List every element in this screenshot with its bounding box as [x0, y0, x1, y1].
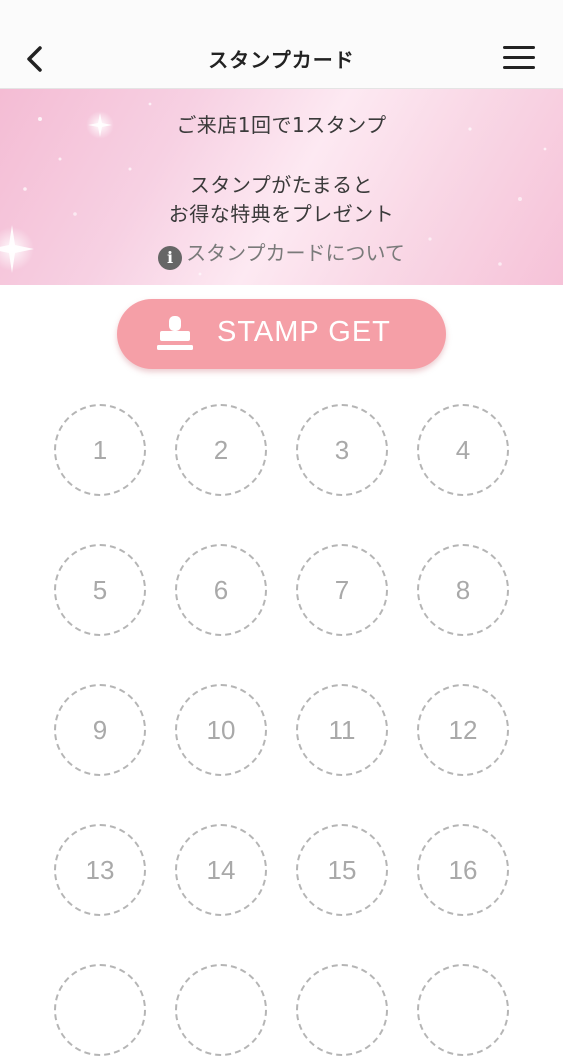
stamp-slot-14: 14	[175, 824, 267, 916]
stamp-slot-17-partial	[54, 964, 146, 1056]
stamp-slot-16: 16	[417, 824, 509, 916]
stamp-grid: 1 2 3 4 5 6 7 8 9 10 11 12 13 14 15 16	[0, 0, 563, 1056]
stamp-slot-6: 6	[175, 544, 267, 636]
stamp-slot-4: 4	[417, 404, 509, 496]
stamp-slot-11: 11	[296, 684, 388, 776]
stamp-slot-5: 5	[54, 544, 146, 636]
stamp-slot-8: 8	[417, 544, 509, 636]
stamp-slot-10: 10	[175, 684, 267, 776]
stamp-slot-2: 2	[175, 404, 267, 496]
stamp-slot-20-partial	[417, 964, 509, 1056]
stamp-slot-9: 9	[54, 684, 146, 776]
stamp-slot-19-partial	[296, 964, 388, 1056]
stamp-slot-1: 1	[54, 404, 146, 496]
stamp-slot-12: 12	[417, 684, 509, 776]
stamp-slot-15: 15	[296, 824, 388, 916]
stamp-slot-3: 3	[296, 404, 388, 496]
stamp-slot-18-partial	[175, 964, 267, 1056]
stamp-slot-7: 7	[296, 544, 388, 636]
stamp-slot-13: 13	[54, 824, 146, 916]
